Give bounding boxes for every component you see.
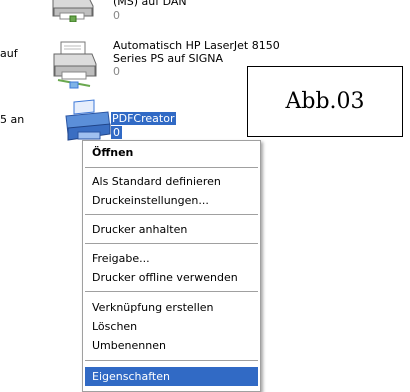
explorer-printer-window: { "left_fragments": ["auf", "5 an"], "pr…: [0, 0, 410, 392]
context-menu: Öffnen Als Standard definieren Druckeins…: [82, 140, 261, 392]
menu-item-rename[interactable]: Umbenennen: [85, 336, 258, 355]
pdfcreator-label[interactable]: PDFCreator: [111, 112, 177, 125]
printer-job-count: 0: [113, 9, 120, 22]
figure-caption-box: Abb.03: [247, 66, 403, 137]
printer-name[interactable]: (MS) auf DAN: [113, 0, 187, 8]
menu-item-set-default[interactable]: Als Standard definieren: [85, 172, 258, 191]
menu-item-open[interactable]: Öffnen: [85, 143, 258, 162]
network-printer-icon[interactable]: [50, 40, 98, 90]
menu-item-delete[interactable]: Löschen: [85, 317, 258, 336]
printer-job-count: 0: [113, 65, 120, 78]
menu-separator: [85, 167, 258, 168]
menu-item-sharing[interactable]: Freigabe...: [85, 249, 258, 268]
printer-job-count: 0: [111, 126, 122, 139]
menu-item-pause-printer[interactable]: Drucker anhalten: [85, 220, 258, 239]
menu-item-printing-preferences[interactable]: Druckeinstellungen...: [85, 191, 258, 210]
job-count-value: 0: [111, 126, 122, 139]
printer-name-line2: Series PS auf SIGNA: [113, 52, 224, 65]
menu-separator: [85, 360, 258, 361]
figure-caption: Abb.03: [285, 89, 365, 114]
menu-item-properties[interactable]: Eigenschaften: [85, 367, 258, 386]
truncated-printer-label: 5 an: [0, 113, 25, 126]
pdfcreator-printer-icon[interactable]: [64, 98, 112, 146]
printer-name-selected[interactable]: PDFCreator: [111, 112, 177, 125]
truncated-printer-label: auf: [0, 47, 18, 60]
menu-separator: [85, 291, 258, 292]
menu-separator: [85, 243, 258, 244]
menu-separator: [85, 214, 258, 215]
printer-name[interactable]: Automatisch HP LaserJet 8150: [113, 39, 280, 52]
printer-icon[interactable]: [50, 0, 96, 23]
menu-item-create-shortcut[interactable]: Verknüpfung erstellen: [85, 298, 258, 317]
menu-item-use-offline[interactable]: Drucker offline verwenden: [85, 268, 258, 287]
